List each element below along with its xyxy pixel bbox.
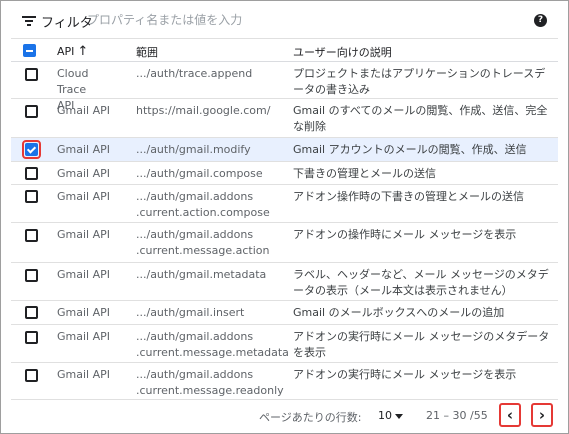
help-icon[interactable]: ?	[534, 14, 547, 27]
row-api: Gmail API	[57, 368, 110, 381]
table-row: Gmail API https://mail.google.com/ Gmail…	[11, 99, 558, 138]
highlight-ring	[22, 140, 41, 159]
pagination-bar: ページあたりの行数: 10 21 – 30 /55 ‹ ›	[1, 399, 568, 433]
scopes-dialog: フィルタ ? API↑ 範囲 ユーザー向けの説明 Cloud Trace API…	[0, 0, 569, 434]
column-header-api[interactable]: API ↑	[57, 44, 88, 59]
table-row: Gmail API .../auth/gmail.addons .current…	[11, 223, 558, 263]
row-scope: .../auth/gmail.addons .current.action.co…	[136, 190, 270, 219]
next-page-button[interactable]: ›	[531, 403, 553, 427]
row-description: 下書きの管理とメールの送信	[293, 167, 436, 180]
row-api: Gmail API	[57, 104, 110, 117]
table-row: Cloud Trace API .../auth/trace.append プロ…	[11, 62, 558, 112]
row-scope: .../auth/gmail.addons .current.message.m…	[136, 330, 289, 359]
filter-input[interactable]	[87, 8, 387, 32]
row-description: アドオンの実行時にメール メッセージを表示	[293, 368, 517, 381]
row-description: アドオンの実行時にメール メッセージのメタデータを表示	[293, 330, 550, 359]
table-row: Gmail API .../auth/gmail.compose 下書きの管理と…	[11, 162, 558, 185]
row-checkbox[interactable]	[25, 269, 38, 282]
table-header: API ↑ 範囲 ユーザー向けの説明	[11, 38, 558, 62]
table-row: Gmail API .../auth/gmail.metadata ラベル、ヘッ…	[11, 263, 558, 301]
row-api: Gmail API	[57, 228, 110, 241]
table-row: Gmail API .../auth/gmail.addons .current…	[11, 185, 558, 223]
table-row: Gmail API .../auth/gmail.addons .current…	[11, 363, 558, 400]
select-all-checkbox[interactable]	[23, 44, 36, 57]
row-scope: .../auth/gmail.modify	[136, 143, 251, 156]
row-api: Gmail API	[57, 306, 110, 319]
row-description: プロジェクトまたはアプリケーションのトレースデータの書き込み	[293, 67, 546, 96]
chevron-down-icon[interactable]	[395, 414, 403, 419]
row-checkbox[interactable]	[25, 331, 38, 344]
filter-label: フィルタ	[41, 16, 93, 31]
row-checkbox[interactable]	[25, 167, 38, 180]
row-api: Gmail API	[57, 330, 110, 343]
row-api: Gmail API	[57, 268, 110, 281]
row-checkbox[interactable]	[25, 190, 38, 203]
prev-page-button[interactable]: ‹	[499, 403, 521, 427]
row-scope: .../auth/gmail.metadata	[136, 268, 267, 281]
page-range: 21 – 30 /55	[426, 409, 488, 422]
table-row-selected: Gmail API .../auth/gmail.modify Gmail アカ…	[11, 138, 558, 162]
row-checkbox[interactable]	[25, 306, 38, 319]
row-scope: .../auth/gmail.addons .current.message.r…	[136, 368, 284, 397]
filter-icon[interactable]	[22, 16, 36, 26]
column-header-scope: 範囲	[136, 46, 158, 59]
row-checkbox[interactable]	[25, 229, 38, 242]
rows-per-page-label: ページあたりの行数:	[259, 411, 362, 424]
row-checkbox[interactable]	[25, 105, 38, 118]
chevron-left-icon: ‹	[506, 406, 514, 424]
row-description: ラベル、ヘッダーなど、メール メッセージのメタデータの表示（メール本文は表示され…	[293, 268, 549, 297]
row-description: Gmail のすべてのメールの閲覧、作成、送信、完全な削除	[293, 104, 548, 133]
row-checkbox-checked[interactable]	[22, 140, 41, 159]
row-description: Gmail アカウントのメールの閲覧、作成、送信	[293, 143, 527, 156]
row-description: アドオンの操作時にメール メッセージを表示	[293, 228, 517, 241]
row-scope: .../auth/gmail.insert	[136, 306, 245, 319]
row-api: Gmail API	[57, 190, 110, 203]
table-row: Gmail API .../auth/gmail.addons .current…	[11, 325, 558, 363]
rows-per-page-select[interactable]: 10	[378, 409, 392, 422]
column-header-description: ユーザー向けの説明	[293, 46, 392, 59]
row-api: Gmail API	[57, 143, 110, 156]
row-scope: .../auth/gmail.addons .current.message.a…	[136, 228, 270, 257]
row-api: Gmail API	[57, 167, 110, 180]
row-scope: https://mail.google.com/	[136, 104, 271, 117]
filter-bar: フィルタ ?	[1, 1, 568, 38]
row-description: アドオン操作時の下書きの管理とメールの送信	[293, 190, 524, 203]
chevron-right-icon: ›	[538, 406, 546, 424]
row-description: Gmail のメールボックスへのメールの追加	[293, 306, 505, 319]
row-scope: .../auth/trace.append	[136, 67, 253, 80]
row-scope: .../auth/gmail.compose	[136, 167, 263, 180]
row-checkbox[interactable]	[25, 369, 38, 382]
row-checkbox[interactable]	[25, 68, 38, 81]
table-row: Gmail API .../auth/gmail.insert Gmail のメ…	[11, 301, 558, 325]
sort-arrow-icon[interactable]: ↑	[77, 44, 88, 59]
